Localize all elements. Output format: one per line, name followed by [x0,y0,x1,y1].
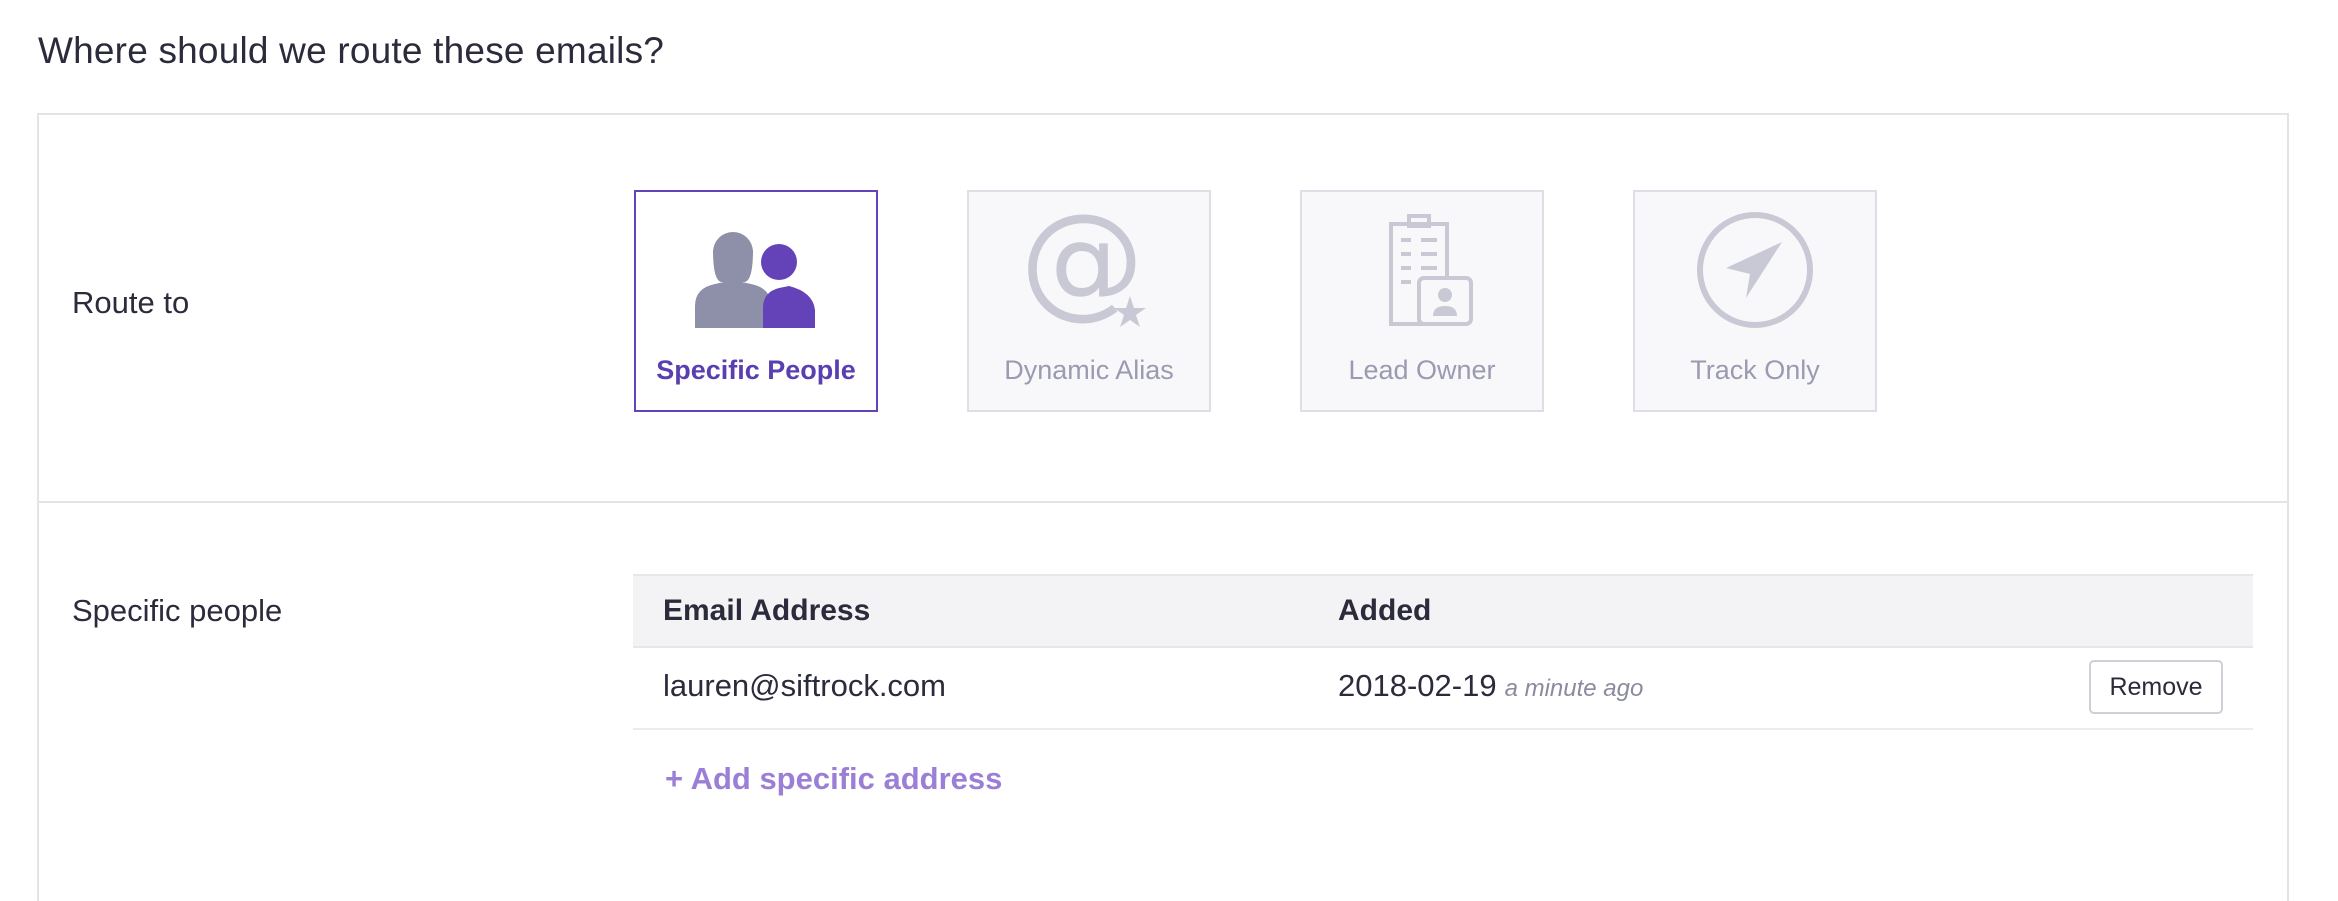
added-cell: 2018-02-19 a minute ago [1338,668,1643,704]
table-header: Email Address Added [633,574,2253,648]
route-option-specific-people[interactable]: Specific People [634,190,878,412]
route-to-label: Route to [72,285,190,320]
remove-button[interactable]: Remove [2089,660,2223,714]
column-header-added: Added [1338,594,1432,627]
page-title: Where should we route these emails? [38,30,665,71]
at-star-icon: @ [1024,210,1146,330]
route-option-label: Specific People [656,355,856,385]
section-divider [39,501,2287,503]
navigation-arrow-icon [1697,212,1813,328]
route-option-track-only[interactable]: Track Only [1633,190,1877,412]
email-cell: lauren@siftrock.com [663,668,946,703]
added-relative-time: a minute ago [1504,675,1644,702]
table-row: lauren@siftrock.com 2018-02-19 a minute a… [633,648,2253,730]
people-icon [695,232,815,328]
routing-panel: Route to Specific People @ Dynamic Alias [37,113,2289,901]
specific-people-label: Specific people [72,593,283,628]
route-option-dynamic-alias[interactable]: @ Dynamic Alias [967,190,1211,412]
added-date: 2018-02-19 [1338,668,1497,703]
route-option-lead-owner[interactable]: Lead Owner [1300,190,1544,412]
route-option-label: Track Only [1690,355,1820,385]
add-specific-address-link[interactable]: + Add specific address [665,761,1002,797]
column-header-email: Email Address [663,594,871,627]
route-option-label: Dynamic Alias [1004,355,1174,385]
specific-people-table: Email Address Added lauren@siftrock.com … [633,574,2253,796]
building-contact-icon [1389,214,1473,326]
route-option-label: Lead Owner [1348,355,1496,385]
